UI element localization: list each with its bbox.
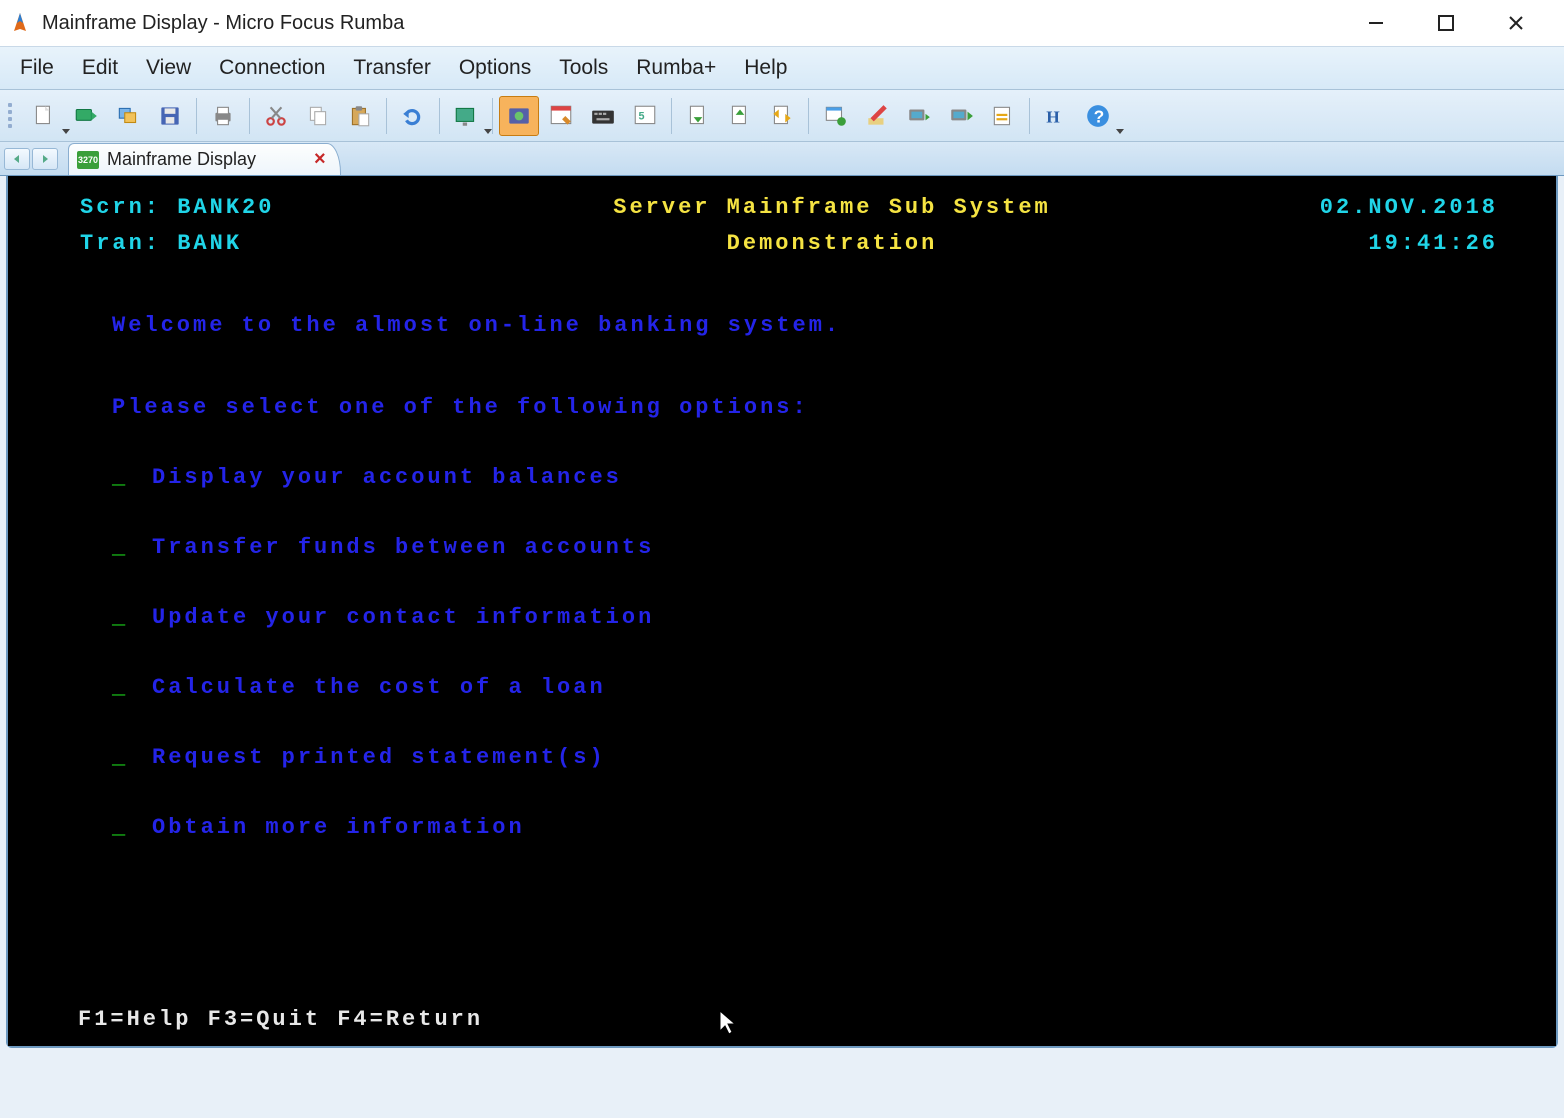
mouse-cursor-icon bbox=[718, 1009, 738, 1050]
scrn-value: BANK20 bbox=[177, 195, 274, 220]
keyboard-map-button[interactable] bbox=[583, 96, 623, 136]
option-row: Transfer funds between accounts bbox=[112, 530, 1548, 566]
tab-prev-button[interactable] bbox=[4, 148, 30, 170]
option-row: Display your account balances bbox=[112, 460, 1548, 496]
option-row: Update your contact information bbox=[112, 600, 1548, 636]
option-text: Transfer funds between accounts bbox=[152, 530, 654, 566]
terminal-container: Scrn: BANK20 Server Mainframe Sub System… bbox=[6, 176, 1558, 1048]
option-input-3[interactable] bbox=[112, 600, 152, 636]
new-document-button[interactable] bbox=[24, 96, 64, 136]
option-row: Request printed statement(s) bbox=[112, 740, 1548, 776]
option-row: Obtain more information bbox=[112, 810, 1548, 846]
tab-next-button[interactable] bbox=[32, 148, 58, 170]
option-input-2[interactable] bbox=[112, 530, 152, 566]
help-button[interactable]: ? bbox=[1078, 96, 1118, 136]
option-text: Obtain more information bbox=[152, 810, 525, 846]
menu-rumba-plus[interactable]: Rumba+ bbox=[622, 52, 730, 84]
record-macro-button[interactable] bbox=[499, 96, 539, 136]
tran-label: Tran: bbox=[80, 231, 161, 256]
option-text: Calculate the cost of a loan bbox=[152, 670, 606, 706]
scrn-label: Scrn: bbox=[80, 195, 161, 220]
screen-capture-button[interactable] bbox=[983, 96, 1023, 136]
minimize-button[interactable] bbox=[1356, 3, 1396, 43]
download-button[interactable] bbox=[720, 96, 760, 136]
prompt-text: Please select one of the following optio… bbox=[112, 390, 1548, 426]
paste-button[interactable] bbox=[340, 96, 380, 136]
terminal[interactable]: Scrn: BANK20 Server Mainframe Sub System… bbox=[8, 176, 1556, 1046]
option-input-1[interactable] bbox=[112, 460, 152, 496]
option-input-5[interactable] bbox=[112, 740, 152, 776]
run-script-button[interactable] bbox=[941, 96, 981, 136]
titlebar: Mainframe Display - Micro Focus Rumba bbox=[0, 0, 1564, 46]
tab-label: Mainframe Display bbox=[107, 149, 256, 170]
svg-text:H: H bbox=[1046, 107, 1060, 126]
tab-3270-icon: 3270 bbox=[77, 151, 99, 169]
option-text: Request printed statement(s) bbox=[152, 740, 606, 776]
menu-connection[interactable]: Connection bbox=[205, 52, 339, 84]
menu-tools[interactable]: Tools bbox=[545, 52, 622, 84]
history-button[interactable]: H bbox=[1036, 96, 1076, 136]
option-text: Display your account balances bbox=[152, 460, 622, 496]
tab-close-button[interactable]: × bbox=[314, 148, 326, 171]
associate-button[interactable] bbox=[899, 96, 939, 136]
app-icon bbox=[8, 11, 32, 35]
close-button[interactable] bbox=[1496, 3, 1536, 43]
script-editor-button[interactable]: 5 bbox=[625, 96, 665, 136]
svg-text:?: ? bbox=[1094, 106, 1105, 126]
option-input-4[interactable] bbox=[112, 670, 152, 706]
window-title: Mainframe Display - Micro Focus Rumba bbox=[42, 12, 404, 35]
menu-transfer[interactable]: Transfer bbox=[339, 52, 444, 84]
copy-button[interactable] bbox=[298, 96, 338, 136]
menu-edit[interactable]: Edit bbox=[68, 52, 132, 84]
connect-button[interactable] bbox=[66, 96, 106, 136]
menubar: File Edit View Connection Transfer Optio… bbox=[0, 46, 1564, 90]
launch-app-button[interactable] bbox=[815, 96, 855, 136]
menu-file[interactable]: File bbox=[6, 52, 68, 84]
screen-settings-button[interactable] bbox=[446, 96, 486, 136]
tab-mainframe-display[interactable]: 3270 Mainframe Display × bbox=[68, 143, 341, 175]
transfer-settings-button[interactable] bbox=[762, 96, 802, 136]
tabstrip: 3270 Mainframe Display × bbox=[0, 142, 1564, 176]
save-button[interactable] bbox=[150, 96, 190, 136]
print-button[interactable] bbox=[203, 96, 243, 136]
welcome-text: Welcome to the almost on-line banking sy… bbox=[112, 308, 1548, 344]
cut-button[interactable] bbox=[256, 96, 296, 136]
svg-text:5: 5 bbox=[639, 110, 645, 122]
menu-options[interactable]: Options bbox=[445, 52, 545, 84]
function-keys: F1=Help F3=Quit F4=Return bbox=[78, 1002, 483, 1038]
toolbar: 5 H ? bbox=[0, 90, 1564, 142]
term-title1: Server Mainframe Sub System bbox=[376, 190, 1288, 226]
option-input-6[interactable] bbox=[112, 810, 152, 846]
term-date: 02.NOV.2018 bbox=[1288, 190, 1548, 226]
maximize-button[interactable] bbox=[1426, 3, 1466, 43]
screen-designer-button[interactable] bbox=[541, 96, 581, 136]
option-text: Update your contact information bbox=[152, 600, 654, 636]
option-row: Calculate the cost of a loan bbox=[112, 670, 1548, 706]
disconnect-button[interactable] bbox=[108, 96, 148, 136]
upload-button[interactable] bbox=[678, 96, 718, 136]
term-time: 19:41:26 bbox=[1288, 226, 1548, 262]
window-controls bbox=[1356, 3, 1536, 43]
toolbar-grip[interactable] bbox=[8, 98, 18, 134]
edit-script-button[interactable] bbox=[857, 96, 897, 136]
term-title2: Demonstration bbox=[376, 226, 1288, 262]
menu-view[interactable]: View bbox=[132, 52, 205, 84]
menu-help[interactable]: Help bbox=[730, 52, 801, 84]
tran-value: BANK bbox=[177, 231, 242, 256]
undo-button[interactable] bbox=[393, 96, 433, 136]
